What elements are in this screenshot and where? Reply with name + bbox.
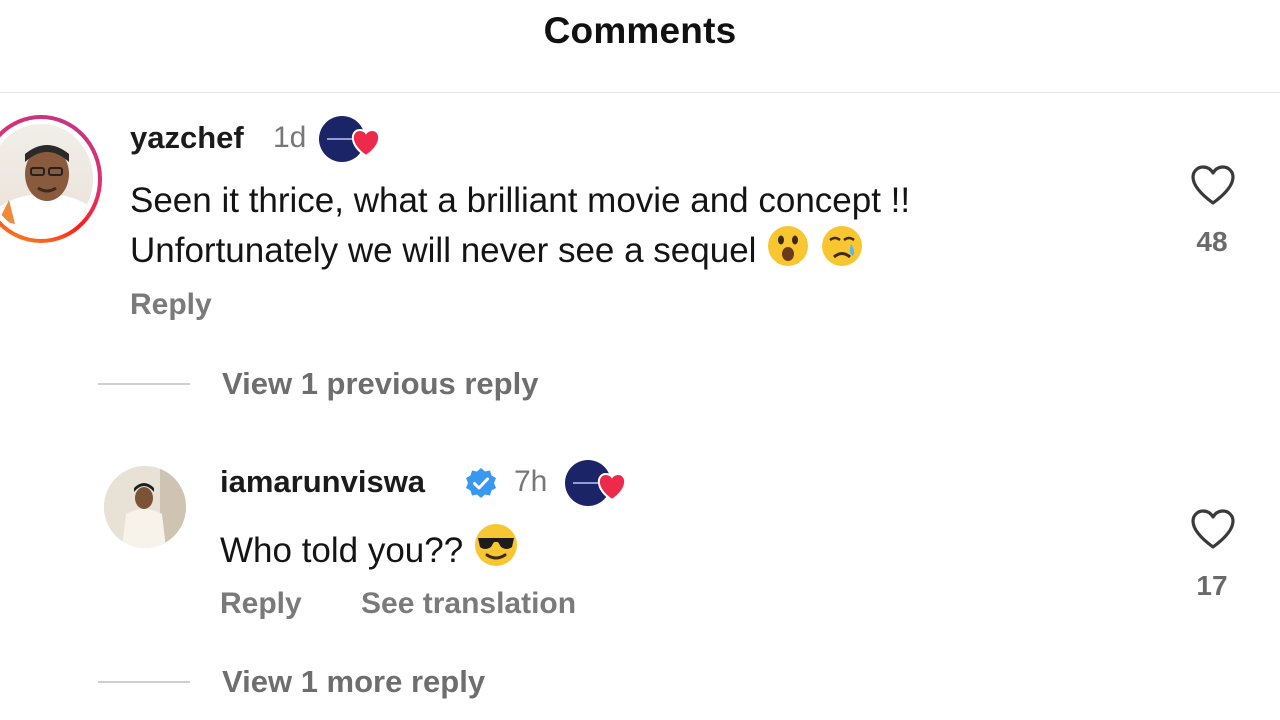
comment-username[interactable]: yazchef	[130, 120, 244, 156]
comment-text-line-2-row: Unfortunately we will never see a sequel	[130, 224, 864, 280]
verified-badge-icon	[463, 466, 499, 507]
crying-face-emoji	[820, 224, 864, 280]
comment-text-line-1: Seen it thrice, what a brilliant movie a…	[130, 181, 911, 220]
replies-divider	[98, 383, 190, 385]
reply-text-row: Who told you??	[220, 522, 519, 580]
view-previous-replies-button[interactable]: View 1 previous reply	[222, 366, 538, 402]
reply-text: Who told you??	[220, 531, 464, 570]
comments-sheet: Comments yazchef 1d Seen it thrice, what…	[0, 0, 1280, 720]
replies-divider	[98, 681, 190, 683]
avatar[interactable]	[104, 466, 186, 548]
reply-username[interactable]: iamarunviswa	[220, 464, 425, 500]
avatar-photo	[0, 124, 93, 234]
heart-outline-icon[interactable]	[1190, 508, 1236, 555]
reply-button[interactable]: Reply	[130, 288, 212, 322]
page-title: Comments	[543, 10, 737, 51]
comment-time: 1d	[273, 121, 307, 154]
creator-liked-heart-badge	[318, 114, 384, 169]
reply-time: 7h	[514, 465, 548, 498]
see-translation-button[interactable]: See translation	[361, 587, 576, 621]
header-divider	[0, 92, 1280, 93]
like-count: 48	[1196, 226, 1228, 257]
avatar[interactable]	[0, 115, 102, 243]
like-count: 17	[1196, 570, 1228, 601]
creator-liked-heart-badge	[564, 458, 630, 513]
view-more-replies-button[interactable]: View 1 more reply	[222, 664, 485, 700]
sunglasses-face-emoji	[473, 522, 519, 580]
comment-text-line-2: Unfortunately we will never see a sequel	[130, 231, 757, 270]
heart-outline-icon[interactable]	[1190, 164, 1236, 211]
reply-button[interactable]: Reply	[220, 587, 302, 621]
astonished-face-emoji	[766, 224, 810, 280]
